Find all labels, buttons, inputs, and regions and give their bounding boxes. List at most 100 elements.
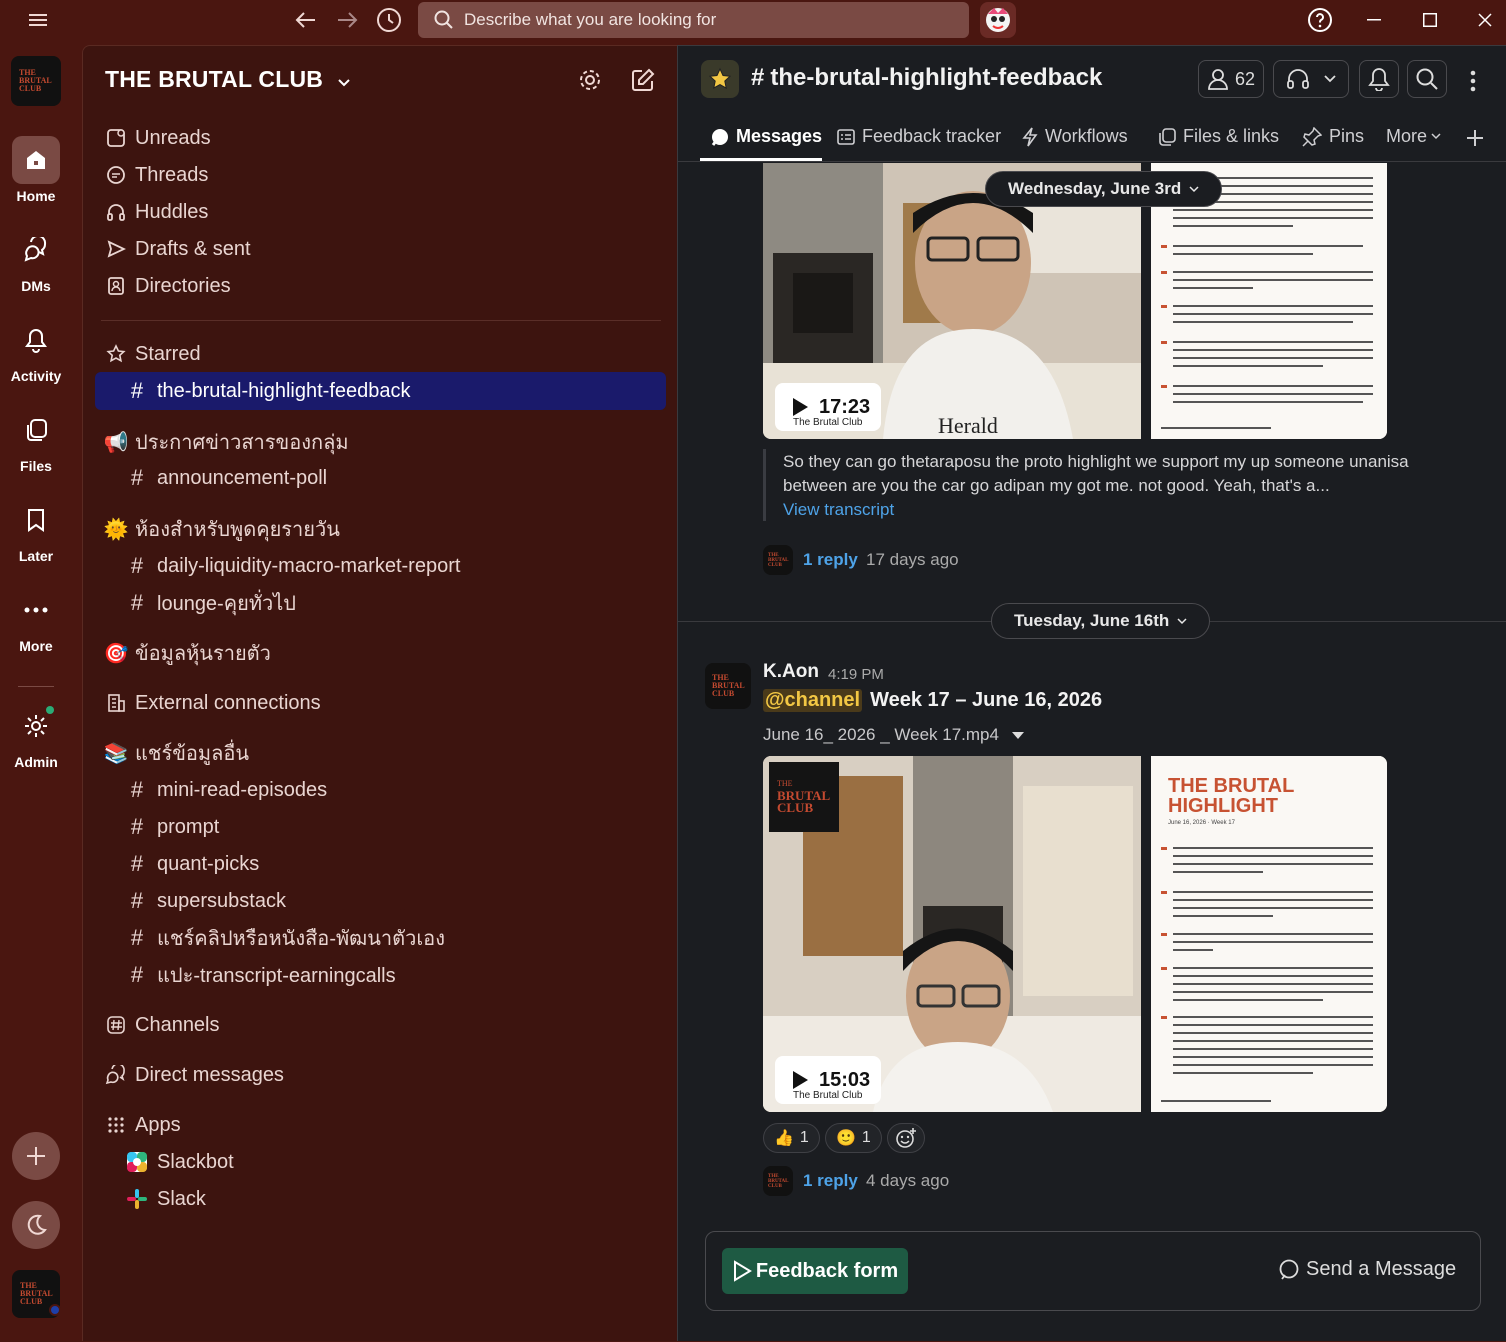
play-outline-icon	[733, 1260, 752, 1282]
message-time[interactable]: 4:19 PM	[828, 666, 884, 683]
rail-files-label: Files	[20, 458, 52, 474]
nav-direct-messages[interactable]: Direct messages	[103, 1058, 284, 1092]
history-icon[interactable]	[373, 4, 405, 36]
nav-huddles[interactable]: Huddles	[103, 195, 208, 229]
sidebar-channel-share-clips[interactable]: # แชร์คลิปหรือหนังสือ-พัฒนาตัวเอง	[125, 921, 445, 955]
reaction-thumbs-up[interactable]: 👍 1	[763, 1123, 820, 1153]
maximize-icon[interactable]	[1414, 4, 1446, 36]
channel-label: prompt	[157, 815, 220, 838]
channel-label: แปะ-transcript-earningcalls	[157, 965, 396, 987]
view-transcript-link[interactable]: View transcript	[783, 498, 894, 522]
forward-arrow-icon[interactable]	[331, 4, 363, 36]
workspace-logo[interactable]: THE BRUTAL CLUB	[11, 56, 61, 106]
file-attachment-name[interactable]: June 16_ 2026 _ Week 17.mp4	[763, 725, 1025, 745]
rail-home[interactable]: Home	[0, 136, 72, 204]
dms-icon	[12, 226, 60, 274]
sidebar-channel-mini-read-episodes[interactable]: # mini-read-episodes	[125, 773, 327, 807]
slide-date: June 16, 2026 · Week 17	[1168, 820, 1235, 826]
hash-icon: #	[130, 465, 144, 490]
section-stocks[interactable]: 🎯 ข้อมูลหุ้นรายตัว	[103, 636, 271, 670]
help-icon[interactable]	[1304, 4, 1336, 36]
theme-toggle-button[interactable]	[12, 1201, 60, 1249]
tab-more[interactable]: More	[1386, 126, 1441, 147]
app-slackbot[interactable]: Slackbot	[125, 1145, 234, 1179]
back-arrow-icon[interactable]	[290, 4, 322, 36]
huddle-button[interactable]	[1273, 60, 1349, 98]
sidebar-channel-announcement-poll[interactable]: # announcement-poll	[125, 461, 327, 495]
sidebar-channel-daily-liquidity[interactable]: # daily-liquidity-macro-market-report	[125, 549, 461, 583]
compose-icon[interactable]	[630, 67, 656, 98]
tab-messages[interactable]: Messages	[711, 126, 822, 147]
rail-more[interactable]: More	[0, 586, 72, 654]
add-reaction-button[interactable]	[887, 1123, 925, 1153]
close-icon[interactable]	[1469, 4, 1501, 36]
plus-icon	[27, 1147, 45, 1165]
nav-unreads[interactable]: Unreads	[103, 121, 211, 155]
sidebar-channel-prompt[interactable]: # prompt	[125, 810, 219, 844]
sidebar-channel-quant-picks[interactable]: # quant-picks	[125, 847, 259, 881]
rail-later[interactable]: Later	[0, 496, 72, 564]
rail-activity[interactable]: Activity	[0, 316, 72, 384]
kebab-menu-icon[interactable]	[1470, 70, 1476, 97]
sidebar-channel-the-brutal-highlight-feedback[interactable]: # the-brutal-highlight-feedback	[125, 374, 411, 408]
svg-text:THE: THE	[777, 779, 793, 788]
nav-channels-label: Channels	[135, 1013, 220, 1036]
nav-directories[interactable]: Directories	[103, 269, 231, 303]
date-divider-1[interactable]: Wednesday, June 3rd	[985, 171, 1223, 207]
add-tab-icon[interactable]	[1465, 128, 1485, 153]
sidebar-channel-transcripts[interactable]: # แปะ-transcript-earningcalls	[125, 958, 396, 992]
rail-files[interactable]: Files	[0, 406, 72, 474]
channel-title[interactable]: # the-brutal-highlight-feedback	[751, 64, 1102, 92]
channel-mention[interactable]: @channel	[763, 689, 863, 712]
nav-channels[interactable]: Channels	[103, 1008, 220, 1042]
rail-admin[interactable]: Admin	[0, 702, 72, 770]
star-filled-icon[interactable]	[701, 60, 739, 98]
settings-icon[interactable]	[577, 67, 603, 98]
reaction-count: 1	[799, 1129, 809, 1146]
nav-threads[interactable]: Threads	[103, 158, 208, 192]
list-icon	[837, 128, 855, 145]
section-stocks-label: ข้อมูลหุ้นรายตัว	[135, 643, 271, 665]
app-slack[interactable]: Slack	[125, 1182, 206, 1216]
add-workspace-button[interactable]	[12, 1132, 60, 1180]
section-starred[interactable]: Starred	[103, 337, 201, 371]
section-announcements[interactable]: 📢 ประกาศข่าวสารของกลุ่ม	[103, 425, 349, 459]
tab-files-links[interactable]: Files & links	[1158, 126, 1279, 147]
search-channel-button[interactable]	[1407, 60, 1447, 98]
nav-external-connections[interactable]: External connections	[103, 686, 321, 720]
members-button[interactable]: 62	[1198, 60, 1264, 98]
section-daily[interactable]: 🌞 ห้องสำหรับพูดคุยรายวัน	[103, 512, 340, 546]
author-avatar[interactable]: THE BRUTAL CLUB	[705, 663, 751, 709]
hash-icon: #	[130, 590, 144, 615]
sidebar-channel-supersubstack[interactable]: # supersubstack	[125, 884, 286, 918]
rail-dms[interactable]: DMs	[0, 226, 72, 294]
date-divider-2[interactable]: Tuesday, June 16th	[991, 603, 1211, 639]
notifications-button[interactable]	[1359, 60, 1399, 98]
nav-apps[interactable]: Apps	[103, 1108, 181, 1142]
app-label: Slackbot	[157, 1150, 234, 1173]
feedback-form-button[interactable]: Feedback form	[722, 1248, 908, 1294]
hamburger-menu-icon[interactable]	[22, 4, 54, 36]
member-count: 62	[1234, 68, 1256, 89]
reply-count-link-2[interactable]: 1 reply	[803, 1171, 858, 1191]
feedback-form-label: Feedback form	[755, 1259, 899, 1282]
sidebar-channel-lounge[interactable]: # lounge-คุยทั่วไป	[125, 586, 296, 620]
hash-icon: #	[130, 888, 144, 913]
tab-pins[interactable]: Pins	[1302, 126, 1364, 147]
video-player-2[interactable]: THE BRUTAL CLUB THE BRUTAL HIGHLIGHT Jun…	[763, 756, 1387, 1112]
send-message-button[interactable]: Send a Message	[1278, 1258, 1456, 1281]
file-name-text: June 16_ 2026 _ Week 17.mp4	[763, 725, 999, 744]
workspace-name[interactable]: THE BRUTAL CLUB	[105, 66, 350, 93]
nav-drafts[interactable]: Drafts & sent	[103, 232, 251, 266]
minimize-icon[interactable]	[1358, 4, 1390, 36]
reaction-smile[interactable]: 🙂 1	[825, 1123, 882, 1153]
section-share[interactable]: 📚 แชร์ข้อมูลอื่น	[103, 736, 249, 770]
presence-dot	[49, 1304, 61, 1316]
tab-workflows[interactable]: Workflows	[1022, 126, 1128, 147]
ai-assistant-icon[interactable]	[980, 2, 1016, 38]
hash-icon: #	[130, 553, 144, 578]
author-name[interactable]: K.Aon	[763, 661, 819, 683]
tab-feedback-tracker[interactable]: Feedback tracker	[837, 126, 1001, 147]
reply-count-link-1[interactable]: 1 reply	[803, 550, 858, 570]
search-input[interactable]: Describe what you are looking for	[418, 2, 969, 38]
